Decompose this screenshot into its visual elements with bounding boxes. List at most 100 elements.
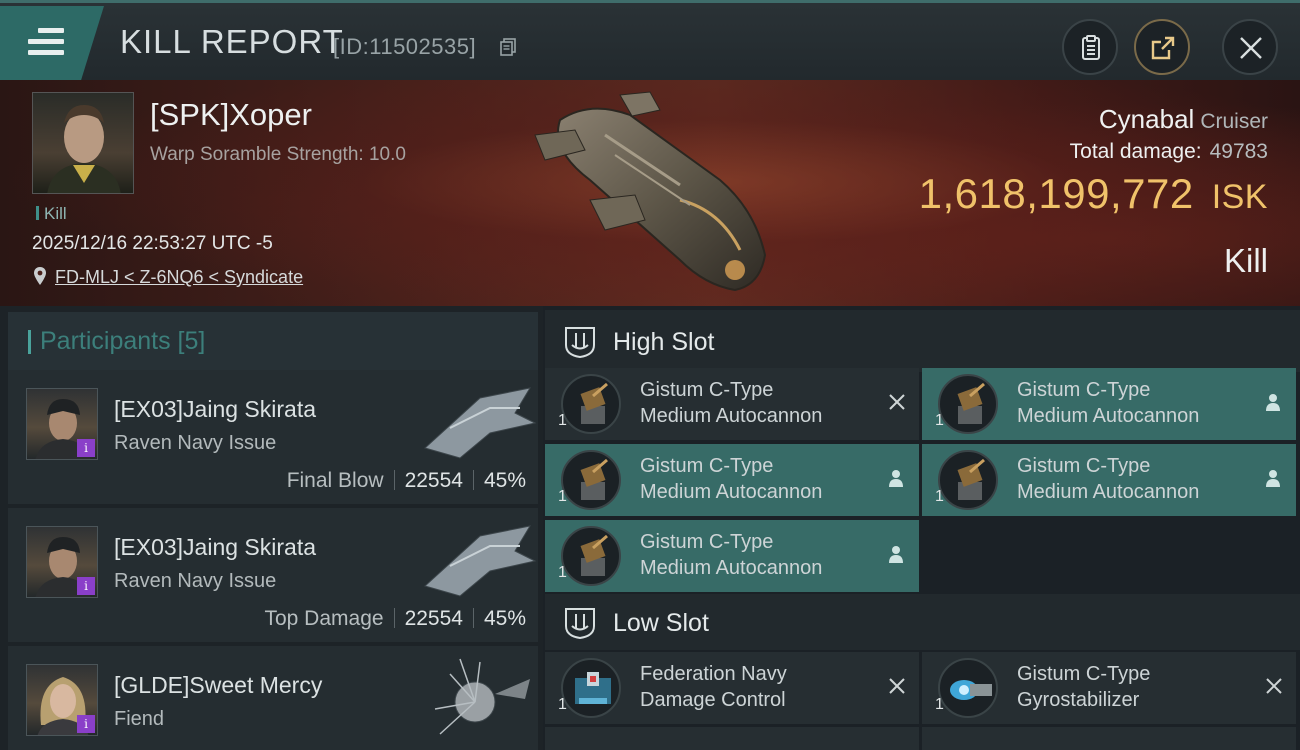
module-qty: 1 [935, 696, 944, 713]
module-item[interactable] [922, 727, 1296, 750]
autocannon-icon [561, 374, 621, 434]
participant-name: [EX03]Jaing Skirata [114, 534, 317, 560]
result-label: Kill [1223, 242, 1268, 279]
dropped-person-icon [889, 546, 903, 563]
participant-ship: Raven Navy Issue [114, 432, 277, 454]
module-qty: 1 [558, 412, 567, 429]
high-slot-label: High Slot [613, 328, 715, 356]
participant-ship: Raven Navy Issue [114, 570, 277, 592]
victim-banner: [SPK]Xoper Warp Soramble Strength: 10.0 … [0, 80, 1300, 306]
location-pin-icon [34, 267, 46, 285]
menu-icon [28, 28, 64, 56]
module-item[interactable]: 1 Federation Navy Damage Control [545, 652, 919, 724]
close-button[interactable] [1222, 19, 1278, 75]
page-title: KILL REPORT [120, 23, 344, 60]
participant-stats: Final Blow 22554 45% [287, 469, 526, 493]
participant-ship-image [423, 525, 537, 597]
participant-ship-image [423, 387, 537, 459]
module-name: Gistum C-Type Medium Autocannon [1017, 379, 1200, 427]
slot-icon [565, 327, 595, 359]
share-icon [1151, 36, 1175, 60]
module-item[interactable]: 1 Gistum C-Type Medium Autocannon [545, 444, 919, 516]
low-slot-label: Low Slot [613, 609, 709, 637]
participant-stats: Top Damage 22554 45% [264, 607, 526, 631]
module-name: Federation Navy Damage Control [640, 663, 787, 711]
participant-name: [EX03]Jaing Skirata [114, 396, 317, 422]
participant-ship-image [434, 658, 530, 735]
module-item[interactable]: 1 Gistum C-Type Medium Autocannon [545, 520, 919, 592]
destroyed-x-icon [889, 394, 905, 410]
participant-name: [GLDE]Sweet Mercy [114, 672, 323, 698]
participant-percent: 45% [483, 607, 526, 630]
victim-ship-name: Cynabal [1098, 104, 1195, 134]
participant-role: Final Blow [286, 469, 384, 492]
kill-datetime: 2025/12/16 22:53:27 UTC -5 [32, 233, 273, 254]
autocannon-icon [938, 374, 998, 434]
victim-ship[interactable]: Cynabal Cruiser [1099, 104, 1268, 135]
participant-percent: 45% [483, 469, 526, 492]
participant-ship: Fiend [114, 708, 165, 730]
menu-button[interactable] [0, 6, 104, 80]
participant-avatar[interactable]: i [26, 664, 98, 736]
module-qty: 1 [558, 488, 567, 505]
participants-label: Participants [5] [28, 327, 205, 356]
victim-avatar[interactable] [32, 92, 134, 194]
autocannon-icon [561, 450, 621, 510]
module-qty: 1 [935, 488, 944, 505]
info-badge-icon: i [77, 439, 95, 457]
victim-ship-image[interactable] [520, 90, 780, 295]
dropped-person-icon [1266, 394, 1280, 411]
low-slot-header[interactable]: Low Slot [545, 594, 1300, 650]
module-name: Gistum C-Type Medium Autocannon [1017, 455, 1200, 503]
total-damage-label: Total damage: [1069, 140, 1202, 163]
participant-damage: 22554 [404, 469, 463, 492]
module-item[interactable]: 1 Gistum C-Type Gyrostabilizer [922, 652, 1296, 724]
warp-scramble-strength: Warp Soramble Strength: 10.0 [150, 144, 406, 165]
damage-control-icon [561, 658, 621, 718]
gyrostabilizer-icon [938, 658, 998, 718]
info-badge-icon: i [77, 577, 95, 595]
top-bar: KILL REPORT [ID:11502535] [0, 0, 1300, 80]
participant-row[interactable]: i [EX03]Jaing Skirata Raven Navy Issue T… [8, 508, 538, 642]
high-slot-header[interactable]: High Slot [545, 310, 1300, 372]
module-name: Gistum C-Type Gyrostabilizer [1017, 663, 1151, 711]
autocannon-icon [561, 526, 621, 586]
report-id: [ID:11502535] [333, 34, 477, 59]
victim-name[interactable]: [SPK]Xoper [150, 97, 312, 133]
autocannon-icon [938, 450, 998, 510]
module-name: Gistum C-Type Medium Autocannon [640, 379, 823, 427]
clipboard-button[interactable] [1062, 19, 1118, 75]
isk-amount: 1,618,199,772 [918, 170, 1194, 217]
share-button[interactable] [1134, 19, 1190, 75]
participants-header[interactable]: Participants [5] [8, 312, 538, 370]
participant-row[interactable]: i [EX03]Jaing Skirata Raven Navy Issue F… [8, 370, 538, 504]
participant-avatar[interactable]: i [26, 388, 98, 460]
kill-tag: Kill [36, 204, 67, 224]
module-item[interactable]: 1 Gistum C-Type Medium Autocannon [545, 368, 919, 440]
close-icon [1240, 37, 1262, 59]
isk-unit: ISK [1211, 178, 1268, 216]
module-name: Gistum C-Type Medium Autocannon [640, 455, 823, 503]
module-item[interactable]: 1 Gistum C-Type Medium Autocannon [922, 368, 1296, 440]
isk-value: 1,618,199,772 ISK [919, 170, 1268, 218]
victim-ship-class: Cruiser [1200, 110, 1268, 133]
participant-damage: 22554 [404, 607, 463, 630]
clipboard-icon [1082, 35, 1100, 60]
kill-location-link[interactable]: FD-MLJ < Z-6NQ6 < Syndicate [55, 267, 303, 288]
module-item[interactable] [545, 727, 919, 750]
info-badge-icon: i [77, 715, 95, 733]
dropped-person-icon [889, 470, 903, 487]
module-item[interactable]: 1 Gistum C-Type Medium Autocannon [922, 444, 1296, 516]
total-damage-value: 49783 [1209, 140, 1268, 163]
destroyed-x-icon [1266, 678, 1282, 694]
participant-avatar[interactable]: i [26, 526, 98, 598]
total-damage: Total damage: 49783 [1070, 140, 1268, 164]
participant-row[interactable]: i [GLDE]Sweet Mercy Fiend [8, 646, 538, 750]
dropped-person-icon [1266, 470, 1280, 487]
participant-role: Top Damage [264, 607, 384, 630]
copy-icon[interactable] [500, 38, 516, 56]
module-qty: 1 [558, 696, 567, 713]
module-qty: 1 [558, 564, 567, 581]
module-qty: 1 [935, 412, 944, 429]
slot-icon [565, 608, 595, 640]
